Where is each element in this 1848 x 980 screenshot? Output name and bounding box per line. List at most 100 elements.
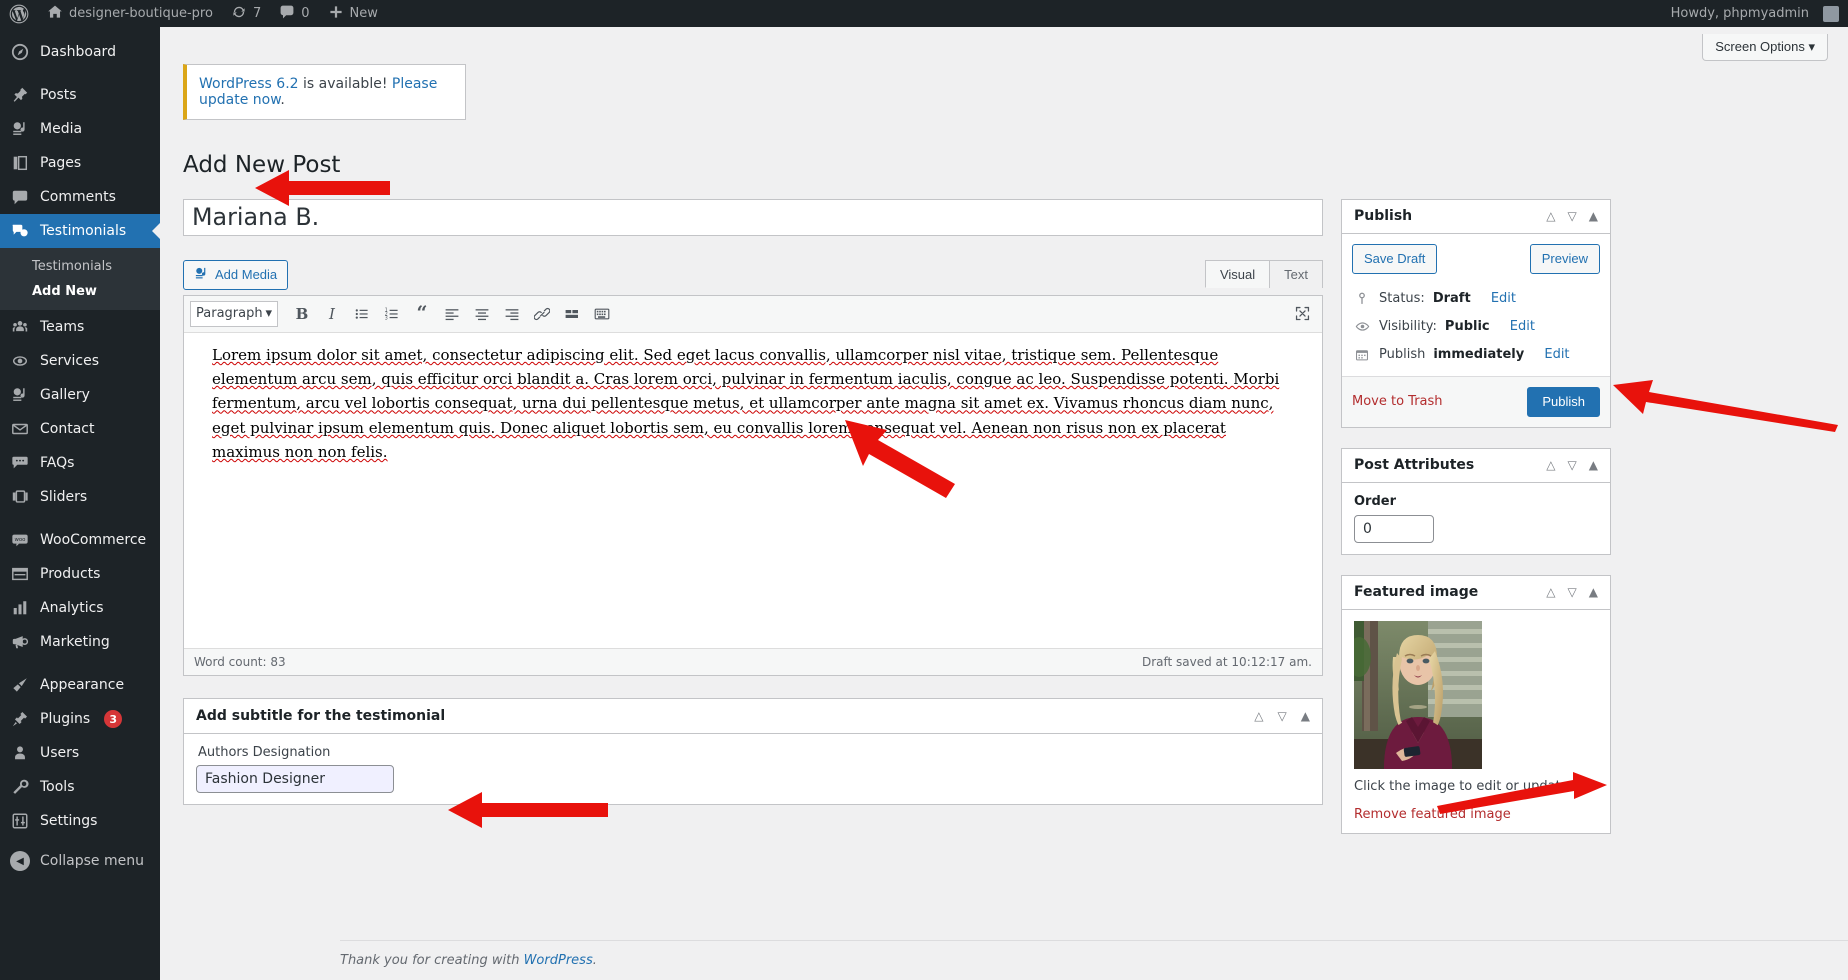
save-draft-button[interactable]: Save Draft xyxy=(1352,243,1438,274)
post-attributes-header[interactable]: Post Attributes △ ▽ ▲ xyxy=(1342,449,1610,483)
sidebar-item-analytics[interactable]: Analytics xyxy=(0,591,160,625)
toolbar-toggle-button[interactable] xyxy=(588,301,616,327)
sidebar-item-contact[interactable]: Contact xyxy=(0,412,160,446)
admin-bar: designer-boutique-pro 7 0 New Howdy, php… xyxy=(0,0,1848,27)
sidebar-label: FAQs xyxy=(40,455,75,471)
sidebar-item-pages[interactable]: Pages xyxy=(0,146,160,180)
preview-button[interactable]: Preview xyxy=(1529,243,1600,274)
read-more-button[interactable] xyxy=(558,301,586,327)
my-account-menu[interactable]: Howdy, phpmyadmin xyxy=(1662,0,1848,27)
notice-end-text: . xyxy=(280,92,285,108)
paintbrush-icon xyxy=(10,675,30,695)
sidebar-item-dashboard[interactable]: Dashboard xyxy=(0,35,160,69)
align-left-button[interactable] xyxy=(438,301,466,327)
edit-status-link[interactable]: Edit xyxy=(1491,291,1516,306)
sidebar-item-plugins[interactable]: Plugins 3 xyxy=(0,702,160,736)
bold-button[interactable]: B xyxy=(288,301,316,327)
toggle-panel-icon[interactable]: ▲ xyxy=(1589,586,1598,598)
sidebar-item-posts[interactable]: Posts xyxy=(0,78,160,112)
footer-thanks-prefix: Thank you for creating with xyxy=(340,953,524,968)
chevron-down-icon[interactable]: ▽ xyxy=(1278,709,1287,723)
chevron-up-icon[interactable]: △ xyxy=(1546,586,1555,598)
menu-order-input[interactable] xyxy=(1354,514,1434,543)
users-icon xyxy=(10,743,30,763)
publish-metabox-header[interactable]: Publish △ ▽ ▲ xyxy=(1342,200,1610,234)
post-status-value: Draft xyxy=(1432,291,1471,307)
featured-image-thumbnail[interactable] xyxy=(1354,620,1482,769)
align-center-button[interactable] xyxy=(468,301,496,327)
sidebar-item-services[interactable]: Services xyxy=(0,344,160,378)
sidebar-label: Services xyxy=(40,353,100,369)
comment-bubble-icon xyxy=(279,4,295,23)
fullscreen-icon[interactable] xyxy=(1290,302,1314,326)
numbered-list-button[interactable]: 123 xyxy=(378,301,406,327)
sidebar-item-comments[interactable]: Comments xyxy=(0,180,160,214)
chevron-up-icon[interactable]: △ xyxy=(1546,210,1555,222)
new-content-menu[interactable]: New xyxy=(319,0,387,27)
caret-down-icon: ▾ xyxy=(265,306,272,322)
sidebar-item-media[interactable]: Media xyxy=(0,112,160,146)
chevron-up-icon[interactable]: △ xyxy=(1254,709,1263,723)
sidebar-item-teams[interactable]: Teams xyxy=(0,310,160,344)
chevron-down-icon[interactable]: ▽ xyxy=(1568,210,1577,222)
tab-visual[interactable]: Visual xyxy=(1204,259,1271,288)
comments-menu[interactable]: 0 xyxy=(270,0,318,27)
sidebar-item-products[interactable]: Products xyxy=(0,557,160,591)
add-media-button[interactable]: Add Media xyxy=(183,259,289,290)
editor-content-area[interactable]: Lorem ipsum dolor sit amet, consectetur … xyxy=(184,332,1322,648)
authors-designation-input[interactable] xyxy=(196,764,394,793)
sidebar-item-tools[interactable]: Tools xyxy=(0,770,160,804)
post-attributes-metabox: Post Attributes △ ▽ ▲ Order xyxy=(1341,447,1611,555)
site-name-menu[interactable]: designer-boutique-pro xyxy=(38,0,222,27)
updates-menu[interactable]: 7 xyxy=(222,0,270,27)
remove-featured-image-link[interactable]: Remove featured image xyxy=(1354,807,1511,822)
sidebar-item-marketing[interactable]: Marketing xyxy=(0,625,160,659)
wordpress-version-link[interactable]: WordPress 6.2 xyxy=(199,76,299,92)
edit-visibility-link[interactable]: Edit xyxy=(1510,319,1535,334)
publish-button[interactable]: Publish xyxy=(1527,386,1600,417)
insert-link-button[interactable] xyxy=(528,301,556,327)
edit-schedule-link[interactable]: Edit xyxy=(1544,347,1569,362)
sidebar-item-appearance[interactable]: Appearance xyxy=(0,668,160,702)
sidebar-label: Appearance xyxy=(40,677,125,693)
wordpress-link[interactable]: WordPress xyxy=(524,953,593,968)
move-to-trash-link[interactable]: Move to Trash xyxy=(1352,394,1443,409)
sidebar-item-sliders[interactable]: Sliders xyxy=(0,480,160,514)
chevron-down-icon[interactable]: ▽ xyxy=(1568,459,1577,471)
italic-button[interactable]: I xyxy=(318,301,346,327)
submenu-item-testimonials[interactable]: Testimonials xyxy=(0,254,160,279)
bullet-list-button[interactable] xyxy=(348,301,376,327)
sidebar-item-faqs[interactable]: FAQs xyxy=(0,446,160,480)
toggle-panel-icon[interactable]: ▲ xyxy=(1589,459,1598,471)
featured-image-header[interactable]: Featured image △ ▽ ▲ xyxy=(1342,576,1610,610)
sidebar-item-users[interactable]: Users xyxy=(0,736,160,770)
toggle-panel-icon[interactable]: ▲ xyxy=(1301,709,1310,723)
sidebar-label: Plugins xyxy=(40,711,91,727)
screen-options-label: Screen Options xyxy=(1715,39,1805,54)
tab-text[interactable]: Text xyxy=(1269,259,1323,288)
submenu-item-add-new[interactable]: Add New xyxy=(0,279,160,304)
sidebar-item-gallery[interactable]: Gallery xyxy=(0,378,160,412)
chevron-up-icon[interactable]: △ xyxy=(1546,459,1555,471)
blockquote-button[interactable]: “ xyxy=(408,301,436,327)
sidebar-label: Dashboard xyxy=(40,44,116,60)
toggle-panel-icon[interactable]: ▲ xyxy=(1589,210,1598,222)
collapse-menu-button[interactable]: ◀ Collapse menu xyxy=(0,844,160,878)
paragraph-format-select[interactable]: Paragraph ▾ xyxy=(190,300,278,327)
subtitle-metabox: Add subtitle for the testimonial △ ▽ ▲ A… xyxy=(183,697,1323,805)
wp-logo-menu[interactable] xyxy=(0,0,38,27)
calendar-icon xyxy=(1353,346,1371,364)
align-right-button[interactable] xyxy=(498,301,526,327)
plugins-update-badge: 3 xyxy=(104,710,123,728)
sidebar-item-testimonials[interactable]: Testimonials xyxy=(0,214,160,248)
sidebar-item-settings[interactable]: Settings xyxy=(0,804,160,838)
editor-statusbar: Word count: 83 Draft saved at 10:12:17 a… xyxy=(184,647,1322,675)
subtitle-metabox-header[interactable]: Add subtitle for the testimonial △ ▽ ▲ xyxy=(184,699,1322,734)
sidebar-label: Marketing xyxy=(40,634,110,650)
subtitle-metabox-body: Authors Designation xyxy=(184,734,1322,804)
post-attributes-handles: △ ▽ ▲ xyxy=(1546,459,1598,471)
sidebar-item-woocommerce[interactable]: woo WooCommerce xyxy=(0,523,160,557)
screen-options-button[interactable]: Screen Options ▾ xyxy=(1702,34,1828,61)
post-title-input[interactable] xyxy=(183,198,1323,236)
chevron-down-icon[interactable]: ▽ xyxy=(1568,586,1577,598)
